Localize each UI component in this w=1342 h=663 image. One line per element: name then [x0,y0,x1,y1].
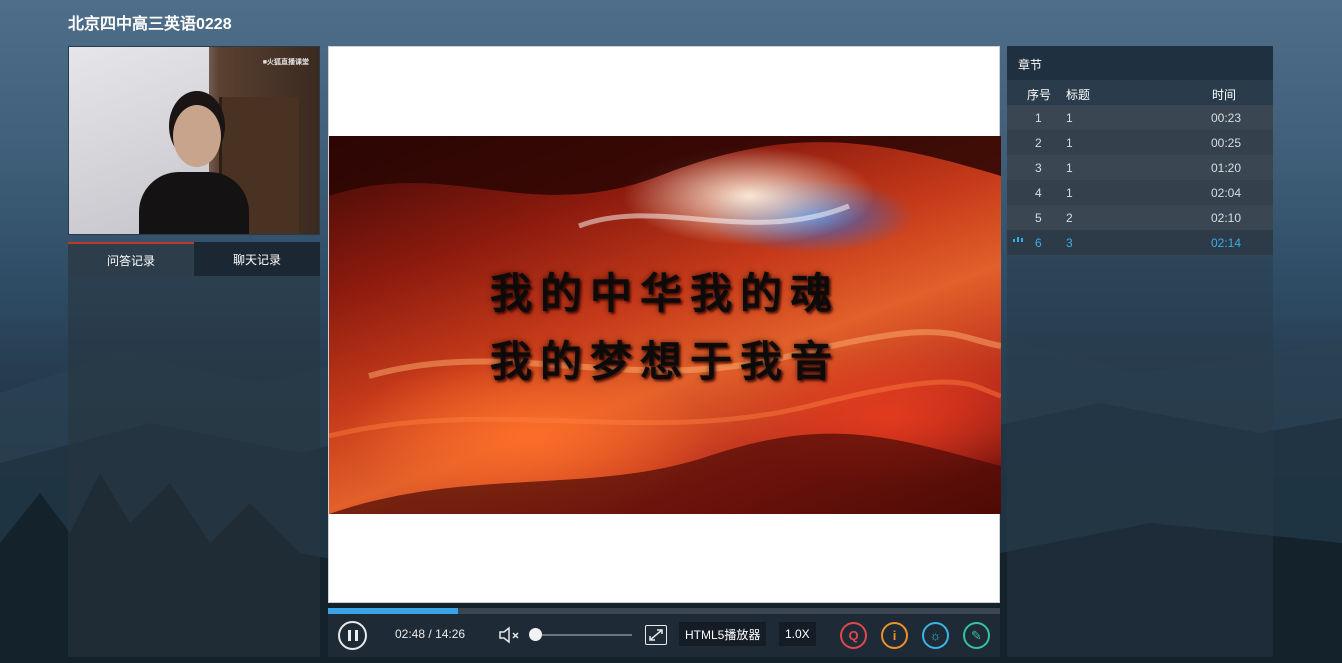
now-playing-icon [1013,236,1023,242]
chapter-time: 00:23 [1211,111,1242,125]
chapter-time: 02:04 [1211,186,1242,200]
column-header-number: 序号 [1027,88,1052,102]
chapter-number: 6 [1035,236,1042,250]
chapter-number: 1 [1035,111,1042,125]
playback-speed-button[interactable]: 1.0X [779,622,816,646]
info-icon: i [892,628,897,643]
slide-text-line-2: 我的梦想于我音 [489,337,840,386]
mute-button[interactable] [498,625,526,645]
sun-icon: ☼ [929,628,942,643]
volume-knob[interactable] [529,628,542,641]
chapter-column-headers: 序号 标题 时间 [1007,80,1273,105]
current-time: 02:48 [395,627,426,641]
chapter-number: 5 [1035,211,1042,225]
column-header-title: 标题 [1066,88,1091,102]
slide-text-line-1: 我的中华我的魂 [489,269,840,318]
left-panel: ■火狐直播课堂 问答记录 聊天记录 [68,46,320,657]
qa-icon: Q [848,628,859,643]
time-display: 02:48 / 14:26 [395,627,465,641]
chapter-number: 4 [1035,186,1042,200]
chapter-title: 1 [1066,186,1073,200]
slide-image: 我的中华我的魂 我的梦想于我音 [329,136,1001,514]
camera-watermark: ■火狐直播课堂 [262,59,309,66]
chapter-row[interactable]: 4 1 02:04 [1007,180,1273,205]
speaker-muted-icon [499,626,519,644]
chapter-title: 3 [1066,236,1073,250]
video-player: 我的中华我的魂 我的梦想于我音 02:48 / 14:26 HTML5播放器 1… [328,46,1001,657]
chapter-number: 2 [1035,136,1042,150]
chapter-time: 00:25 [1211,136,1242,150]
chapter-row[interactable]: 3 1 01:20 [1007,155,1273,180]
chapter-title: 1 [1066,111,1073,125]
chapter-title: 1 [1066,136,1073,150]
tab-qa-records[interactable]: 问答记录 [68,242,194,276]
note-button[interactable]: ✎ [963,622,990,649]
control-bar: 02:48 / 14:26 HTML5播放器 1.0X Q i ☼ ✎ [328,614,1000,657]
tab-chat-records[interactable]: 聊天记录 [194,242,320,276]
slide-background-art [329,136,1001,514]
qa-button[interactable]: Q [840,622,867,649]
expand-icon [649,629,663,641]
chapter-time: 02:14 [1211,236,1242,250]
chapter-panel: 章节 序号 标题 时间 1 1 00:23 2 1 00:25 3 1 01:2… [1007,46,1273,657]
chapter-header: 章节 [1007,46,1273,80]
chapter-title: 1 [1066,161,1073,175]
volume-slider[interactable] [535,634,632,636]
chapter-row[interactable]: 1 1 00:23 [1007,105,1273,130]
duration: 14:26 [435,627,466,641]
teacher-camera-feed: ■火狐直播课堂 [68,46,320,235]
brightness-button[interactable]: ☼ [922,622,949,649]
chapter-row-current[interactable]: 6 3 02:14 [1007,230,1273,255]
qa-records-panel [68,276,320,657]
pen-icon: ✎ [971,627,982,643]
video-screen[interactable]: 我的中华我的魂 我的梦想于我音 [328,46,1001,603]
chapter-row[interactable]: 2 1 00:25 [1007,130,1273,155]
tab-chat-records-label: 聊天记录 [232,252,281,267]
chapter-time: 01:20 [1211,161,1242,175]
chapter-number: 3 [1035,161,1042,175]
fullscreen-button[interactable] [645,625,667,645]
chapter-row[interactable]: 5 2 02:10 [1007,205,1273,230]
record-tabs: 问答记录 聊天记录 [68,242,320,276]
chapter-title: 2 [1066,211,1073,225]
info-button[interactable]: i [881,622,908,649]
chapter-time: 02:10 [1211,211,1242,225]
pause-icon [346,630,360,641]
pause-button[interactable] [338,621,367,650]
page-title: 北京四中高三英语0228 [68,16,232,33]
tab-qa-records-label: 问答记录 [106,253,155,268]
column-header-time: 时间 [1212,88,1237,102]
player-mode-button[interactable]: HTML5播放器 [679,622,767,646]
time-separator: / [428,627,432,641]
